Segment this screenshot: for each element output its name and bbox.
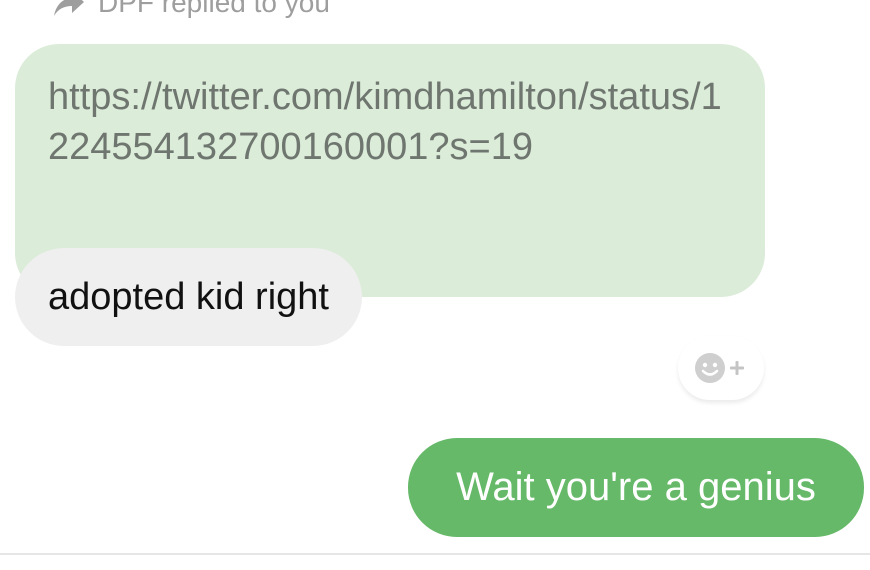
add-reaction-icon	[695, 353, 744, 383]
reply-message-bubble[interactable]: adopted kid right	[15, 248, 362, 346]
quoted-message-text[interactable]: https://twitter.com/kimdhamilton/status/…	[48, 72, 738, 172]
sent-message-text: Wait you're a genius	[456, 465, 816, 509]
reply-header-text: DPF replied to you	[98, 0, 330, 18]
reply-message-text: adopted kid right	[48, 275, 329, 318]
bottom-divider	[0, 553, 870, 555]
sent-message-bubble[interactable]: Wait you're a genius	[408, 438, 864, 537]
reply-header: DPF replied to you	[50, 0, 330, 20]
reply-arrow-icon	[50, 0, 86, 18]
add-reaction-button[interactable]	[678, 336, 764, 400]
